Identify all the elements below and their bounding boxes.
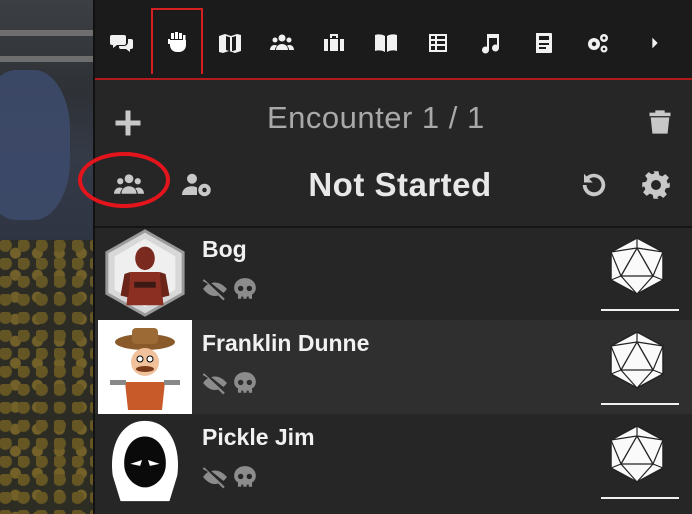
encounter-title: Encounter 1 / 1	[267, 100, 485, 135]
initiative-field[interactable]	[601, 309, 679, 311]
combatant-name: Franklin Dunne	[202, 330, 370, 356]
combatant-name: Bog	[202, 236, 247, 262]
tab-compendium[interactable]	[527, 24, 561, 62]
tab-scenes[interactable]	[213, 24, 247, 62]
trash-icon	[649, 110, 671, 134]
users-icon	[270, 34, 294, 50]
map-icon	[219, 34, 241, 53]
eye-slash-icon[interactable]	[202, 370, 228, 396]
chat-icon	[110, 35, 133, 52]
roll-initiative-button[interactable]	[607, 236, 667, 296]
roll-initiative-button[interactable]	[607, 330, 667, 390]
d20-icon	[610, 331, 664, 389]
combat-settings-button[interactable]	[639, 168, 673, 202]
tab-combat[interactable]	[151, 8, 203, 74]
combatant-controls	[202, 464, 258, 490]
tab-journal[interactable]	[369, 24, 403, 62]
franklin-portrait-image	[100, 322, 190, 412]
bog-portrait-image	[105, 229, 185, 317]
initiative-field[interactable]	[601, 497, 679, 499]
highlight-circle	[78, 152, 170, 208]
scene-shape	[0, 70, 70, 220]
skull-icon[interactable]	[232, 464, 258, 490]
combatant-row[interactable]: Pickle Jim	[95, 414, 692, 508]
scene-foliage	[0, 240, 96, 514]
sidebar-tabs	[95, 0, 692, 80]
tab-items[interactable]	[317, 24, 351, 62]
book-icon	[375, 34, 397, 52]
scene-stripe	[0, 30, 96, 36]
delete-encounter-button[interactable]	[643, 104, 677, 140]
music-icon	[482, 34, 499, 54]
bog-portrait	[98, 226, 192, 320]
game-canvas-background	[0, 0, 96, 514]
skull-icon[interactable]	[232, 370, 258, 396]
scene-stripe	[0, 56, 96, 62]
roll-initiative-button[interactable]	[607, 424, 667, 484]
combatant-name: Pickle Jim	[202, 424, 315, 450]
tab-settings[interactable]	[581, 24, 615, 62]
combatant-controls	[202, 276, 258, 302]
plus-icon	[115, 110, 141, 136]
combatant-controls	[202, 370, 258, 396]
franklin-portrait	[98, 320, 192, 414]
pickle-jim-portrait	[98, 414, 192, 508]
eye-slash-icon[interactable]	[202, 276, 228, 302]
skull-icon[interactable]	[232, 276, 258, 302]
combatant-row[interactable]: Bog	[95, 226, 692, 320]
tab-tables[interactable]	[421, 24, 455, 62]
d20-icon	[610, 237, 664, 295]
fist-icon	[168, 32, 186, 52]
tab-chat[interactable]	[105, 24, 139, 62]
sidebar: Encounter 1 / 1 Not Started Bog Franklin…	[78, 0, 692, 514]
undo-icon	[582, 173, 606, 197]
reset-initiative-button[interactable]	[577, 168, 611, 202]
create-encounter-button[interactable]	[111, 106, 145, 140]
initiative-field[interactable]	[601, 403, 679, 405]
suitcase-icon	[324, 34, 344, 51]
eye-slash-icon[interactable]	[202, 464, 228, 490]
d20-icon	[610, 425, 664, 483]
chevron-right-icon	[652, 37, 658, 49]
roll-npcs-button[interactable]	[177, 168, 217, 202]
gear-icon	[642, 171, 670, 199]
combat-status: Not Started	[308, 166, 492, 203]
combatant-row[interactable]: Franklin Dunne	[95, 320, 692, 414]
tab-actors[interactable]	[265, 24, 299, 62]
table-icon	[429, 34, 447, 52]
users-cog-icon	[182, 173, 211, 197]
pickle-jim-portrait-image	[111, 420, 179, 502]
atlas-icon	[536, 33, 552, 53]
tab-more[interactable]	[643, 24, 667, 62]
cogs-icon	[588, 34, 608, 53]
tab-playlists[interactable]	[473, 24, 507, 62]
